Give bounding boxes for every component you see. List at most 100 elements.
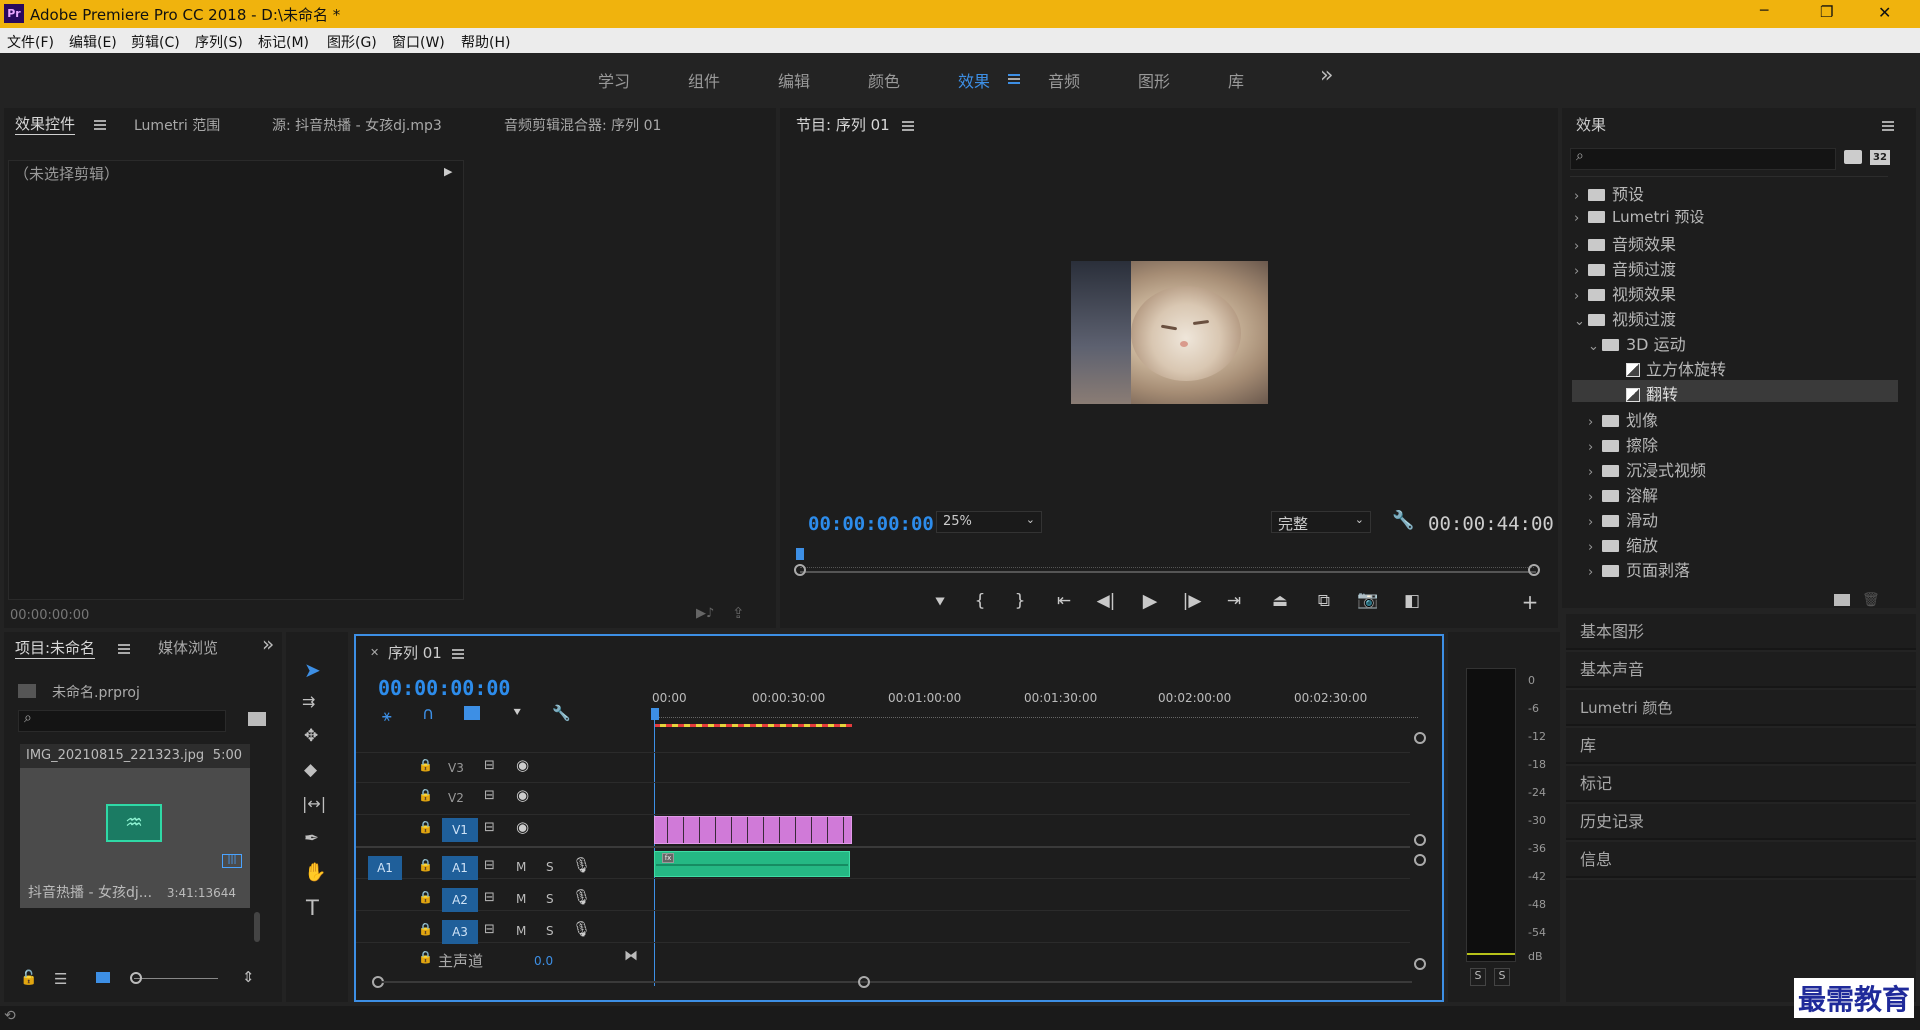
track-a3-target[interactable]: A3 <box>442 920 478 944</box>
lock-icon[interactable]: 🔒 <box>418 858 433 872</box>
mark-in-icon[interactable]: { <box>966 591 994 611</box>
selection-tool-icon[interactable]: ➤ <box>304 658 321 682</box>
chevron-down-icon[interactable]: ⌄ <box>1574 314 1588 329</box>
chevron-down-icon[interactable]: ⌄ <box>1588 339 1602 354</box>
sync-lock-icon[interactable]: ⊟ <box>484 858 495 873</box>
panel-menu-icon[interactable] <box>1882 121 1894 131</box>
panel-markers[interactable]: 标记 <box>1566 766 1916 802</box>
chevron-right-icon[interactable]: › <box>1588 565 1602 580</box>
add-marker-icon[interactable]: ⯆ <box>512 706 522 721</box>
vertical-scroll-top-handle[interactable] <box>1414 732 1426 744</box>
workspace-effects[interactable]: 效果 <box>958 68 990 92</box>
project-item-audio-thumbnail[interactable]: ♒ ||| <box>20 768 250 880</box>
button-editor-plus-icon[interactable]: + <box>1516 590 1544 614</box>
program-time-ruler[interactable] <box>800 558 1534 568</box>
step-back-icon[interactable]: ◀| <box>1092 591 1120 611</box>
play-audio-icon[interactable]: ▶♪ <box>696 606 714 621</box>
lock-icon[interactable]: 🔓 <box>20 970 37 986</box>
new-search-bin-icon[interactable] <box>248 712 266 726</box>
workspace-learn[interactable]: 学习 <box>598 68 630 92</box>
lock-icon[interactable]: 🔒 <box>418 890 433 904</box>
close-button[interactable]: ✕ <box>1878 3 1891 22</box>
workspace-libraries[interactable]: 库 <box>1228 68 1244 92</box>
go-to-end-icon[interactable]: ⧓ <box>624 948 638 964</box>
chevron-right-icon[interactable]: › <box>1574 239 1588 254</box>
project-item-audio[interactable]: 抖音热播 - 女孩dj... 3:41:13644 <box>20 878 250 908</box>
lock-icon[interactable]: 🔒 <box>418 820 433 834</box>
linked-selection-icon[interactable] <box>464 706 480 720</box>
zoom-slider-handle[interactable] <box>130 972 142 984</box>
tree-item-wipe[interactable]: › 擦除 <box>1588 432 1658 456</box>
comparison-view-icon[interactable]: ◧ <box>1398 591 1426 611</box>
chevron-right-icon[interactable]: › <box>1588 440 1602 455</box>
accelerated-effects-icon[interactable] <box>1844 150 1862 164</box>
timeline-timecode[interactable]: 00:00:00:00 <box>378 676 510 700</box>
zoom-scrollbar[interactable] <box>800 571 1536 573</box>
program-current-timecode[interactable]: 00:00:00:00 <box>808 513 934 535</box>
pen-tool-icon[interactable]: ✒ <box>304 828 319 849</box>
nest-sequence-icon[interactable]: ⚹ <box>382 706 392 726</box>
tree-item-iris[interactable]: › 划像 <box>1588 407 1658 431</box>
chevron-right-icon[interactable]: › <box>1588 540 1602 555</box>
extract-icon[interactable]: ⧉ <box>1310 591 1338 611</box>
panel-libraries[interactable]: 库 <box>1566 728 1916 764</box>
chevron-right-icon[interactable]: › <box>1588 415 1602 430</box>
solo-button[interactable]: S <box>546 924 554 938</box>
tab-audio-clip-mixer[interactable]: 音频剪辑混合器: 序列 01 <box>504 115 661 135</box>
menu-marker[interactable]: 标记(M) <box>258 32 309 52</box>
tree-item-cube-spin[interactable]: 立方体旋转 <box>1626 356 1726 380</box>
ripple-edit-tool-icon[interactable]: ✥ <box>304 726 318 746</box>
sync-lock-icon[interactable]: ⊟ <box>484 758 495 773</box>
tree-item-presets[interactable]: › 预设 <box>1574 181 1644 205</box>
track-select-tool-icon[interactable]: ⇉ <box>302 692 315 711</box>
solo-button[interactable]: S <box>546 860 554 874</box>
solo-button[interactable]: S <box>546 892 554 906</box>
razor-tool-icon[interactable]: ◆ <box>304 760 317 780</box>
horizontal-scroll-right-handle[interactable] <box>858 976 870 988</box>
mute-button[interactable]: M <box>516 924 526 938</box>
list-view-icon[interactable]: ☰ <box>54 970 67 988</box>
horizontal-scrollbar[interactable] <box>382 981 1412 983</box>
chevron-right-icon[interactable]: › <box>1588 515 1602 530</box>
panel-history[interactable]: 历史记录 <box>1566 804 1916 840</box>
chevron-right-icon[interactable]: › <box>1574 264 1588 279</box>
vertical-scroll-bottom-handle[interactable] <box>1414 958 1426 970</box>
eye-icon[interactable]: ◉ <box>516 756 529 774</box>
chevron-right-icon[interactable]: › <box>1588 465 1602 480</box>
type-tool-icon[interactable]: T <box>306 896 319 920</box>
settings-wrench-icon[interactable]: 🔧 <box>1392 510 1414 531</box>
add-marker-icon[interactable]: ⯆ <box>926 593 954 613</box>
step-forward-icon[interactable]: |▶ <box>1178 591 1206 611</box>
panel-menu-icon[interactable] <box>452 649 464 659</box>
tree-item-video-transitions[interactable]: ⌄ 视频过渡 <box>1574 306 1676 330</box>
tab-effect-controls[interactable]: 效果控件 <box>15 113 76 135</box>
chevron-right-icon[interactable]: › <box>1574 189 1588 204</box>
menu-edit[interactable]: 编辑(E) <box>69 32 117 52</box>
export-icon[interactable]: ⇪ <box>732 604 745 622</box>
mute-button[interactable]: M <box>516 860 526 874</box>
source-patch-a1[interactable]: A1 <box>368 856 402 880</box>
vertical-scroll-mid2-handle[interactable] <box>1414 854 1426 866</box>
eye-icon[interactable]: ◉ <box>516 786 529 804</box>
sync-lock-icon[interactable]: ⊟ <box>484 922 495 937</box>
eye-icon[interactable]: ◉ <box>516 818 529 836</box>
vertical-scroll-mid-handle[interactable] <box>1414 834 1426 846</box>
expand-arrow-icon[interactable]: ▶ <box>444 165 452 178</box>
quality-select[interactable]: 完整 ⌄ <box>1271 511 1371 533</box>
sync-lock-icon[interactable]: ⊟ <box>484 820 495 835</box>
workspace-editing[interactable]: 编辑 <box>778 68 810 92</box>
track-v1-target[interactable]: V1 <box>442 818 478 842</box>
minimize-button[interactable]: ─ <box>1760 3 1768 19</box>
mute-button[interactable]: M <box>516 892 526 906</box>
panel-essential-sound[interactable]: 基本声音 <box>1566 652 1916 688</box>
workspace-more-icon[interactable]: » <box>1320 63 1333 88</box>
new-bin-icon[interactable] <box>1834 594 1850 606</box>
tree-item-audio-effects[interactable]: › 音频效果 <box>1574 231 1676 255</box>
tree-item-lumetri-presets[interactable]: › Lumetri 预设 <box>1574 206 1704 230</box>
lock-icon[interactable]: 🔒 <box>418 788 433 802</box>
slip-tool-icon[interactable]: |↔| <box>302 794 326 813</box>
mark-out-icon[interactable]: } <box>1006 591 1034 611</box>
track-a1-target[interactable]: A1 <box>442 856 478 880</box>
track-v3-label[interactable]: V3 <box>448 761 464 775</box>
tree-item-video-effects[interactable]: › 视频效果 <box>1574 281 1676 305</box>
